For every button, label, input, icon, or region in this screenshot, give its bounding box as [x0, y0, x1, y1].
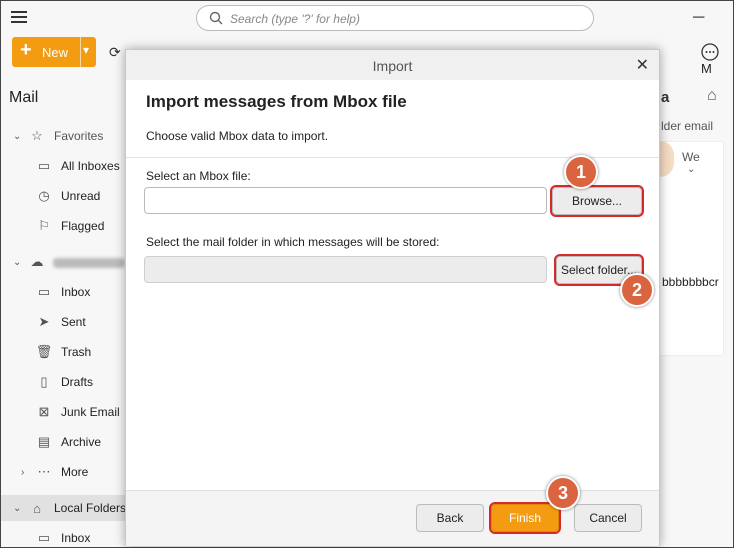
folder-email-fragment: lder email	[661, 119, 714, 133]
body-fragment: bbbbbbbcr	[662, 275, 719, 289]
sidebar-item-label: Inbox	[61, 531, 91, 545]
inbox-icon: ▭	[37, 158, 51, 173]
draft-icon: ▯	[40, 374, 48, 389]
junk-icon: ⊠	[38, 404, 50, 419]
more-toolbar-button[interactable]: M	[701, 43, 733, 76]
star-icon: ☆	[31, 128, 43, 143]
search-input[interactable]: Search (type '?' for help)	[196, 5, 594, 31]
sidebar-item-more[interactable]: › ⋯ More	[1, 459, 126, 485]
dialog-title: Import	[372, 58, 413, 74]
new-button-label: New	[42, 45, 69, 60]
chevron-down-icon[interactable]: ⌄	[13, 503, 21, 514]
more-toolbar-label: M	[701, 61, 712, 76]
sidebar-item-sent[interactable]: ➤ Sent	[1, 309, 126, 335]
sidebar-item-unread[interactable]: ◷ Unread	[1, 183, 126, 209]
sidebar-item-label: Archive	[61, 435, 102, 449]
home-icon: ⌂	[33, 500, 41, 516]
mail-folder-label: Select the mail folder in which messages…	[146, 235, 440, 249]
chevron-down-icon[interactable]: ⌄	[13, 131, 21, 142]
search-placeholder: Search (type '?' for help)	[230, 12, 360, 26]
back-button[interactable]: Back	[416, 504, 484, 532]
sidebar-item-label: Unread	[61, 189, 101, 203]
sidebar-item-all-inboxes[interactable]: ▭ All Inboxes	[1, 153, 126, 179]
sync-icon[interactable]: ⟳	[109, 44, 121, 61]
account-name-redacted	[53, 258, 125, 268]
trash-icon: 🗑	[35, 344, 53, 359]
step-marker-1: 1	[564, 155, 598, 189]
search-icon	[209, 11, 223, 25]
dialog-heading: Import messages from Mbox file	[146, 92, 407, 111]
plus-icon: +	[20, 39, 32, 61]
sidebar-item-inbox[interactable]: ▭ Inbox	[1, 279, 126, 305]
sidebar-favorites[interactable]: ⌄ ☆ Favorites	[1, 123, 126, 149]
minimize-icon[interactable]: ─	[693, 9, 704, 27]
import-dialog: Import ✕ Import messages from Mbox file …	[125, 49, 660, 546]
sidebar-local-folders[interactable]: ⌄ ⌂ Local Folders	[1, 495, 126, 521]
clock-icon: ◷	[38, 188, 50, 203]
we-fragment: We	[682, 150, 700, 164]
new-button-divider	[80, 37, 81, 67]
send-icon: ➤	[38, 314, 50, 329]
sidebar-item-label: Flagged	[61, 219, 105, 233]
menu-icon[interactable]	[11, 11, 27, 23]
sidebar-item-label: All Inboxes	[61, 159, 120, 173]
mail-folder-input	[144, 256, 547, 283]
sidebar-item-junk[interactable]: ⊠ Junk Email	[1, 399, 126, 425]
cancel-button[interactable]: Cancel	[574, 504, 642, 532]
mbox-file-input[interactable]	[144, 187, 547, 214]
mbox-file-label: Select an Mbox file:	[146, 169, 251, 183]
close-icon[interactable]: ✕	[636, 55, 649, 75]
chevron-down-icon[interactable]: ⌄	[13, 257, 21, 268]
more-icon: ⋯	[37, 464, 51, 479]
finish-button[interactable]: Finish	[489, 502, 561, 534]
chevron-down-icon[interactable]: ⌄	[687, 164, 695, 175]
sidebar-item-archive[interactable]: ▤ Archive	[1, 429, 126, 455]
step-marker-2: 2	[620, 273, 654, 307]
inbox-icon: ▭	[37, 284, 51, 299]
archive-icon: ▤	[37, 434, 51, 449]
sidebar-item-label: Sent	[61, 315, 86, 329]
new-button[interactable]: + New ▾	[12, 37, 96, 67]
sidebar-item-label: Inbox	[61, 285, 91, 299]
flag-icon: ⚐	[38, 218, 50, 233]
sidebar-item-label: Junk Email	[61, 405, 120, 419]
sidebar-item-trash[interactable]: 🗑 Trash	[1, 339, 126, 365]
chevron-right-icon[interactable]: ›	[21, 467, 24, 478]
sidebar-item-flagged[interactable]: ⚐ Flagged	[1, 213, 126, 239]
top-bar: Search (type '?' for help) ─	[1, 1, 733, 37]
sidebar-local-folders-label: Local Folders	[54, 501, 127, 515]
sidebar-item-label: More	[61, 465, 89, 479]
dialog-titlebar: Import ✕	[126, 50, 659, 80]
more-icon	[701, 43, 719, 61]
account-icon: ☁	[30, 254, 44, 269]
browse-button[interactable]: Browse...	[550, 185, 644, 217]
sidebar-favorites-label: Favorites	[54, 129, 104, 143]
sidebar-item-local-inbox[interactable]: ▭ Inbox	[1, 525, 126, 548]
sidebar-item-label: Drafts	[61, 375, 94, 389]
mail-title: Mail	[9, 89, 39, 106]
tag-icon[interactable]: ⌂	[707, 87, 717, 105]
pane-header-fragment: a	[661, 89, 670, 106]
chevron-down-icon[interactable]: ▾	[83, 43, 89, 57]
inbox-icon: ▭	[37, 530, 51, 545]
sidebar-item-label: Trash	[61, 345, 92, 359]
sidebar-item-drafts[interactable]: ▯ Drafts	[1, 369, 126, 395]
dialog-subtitle: Choose valid Mbox data to import.	[146, 129, 329, 143]
step-marker-3: 3	[546, 476, 580, 510]
